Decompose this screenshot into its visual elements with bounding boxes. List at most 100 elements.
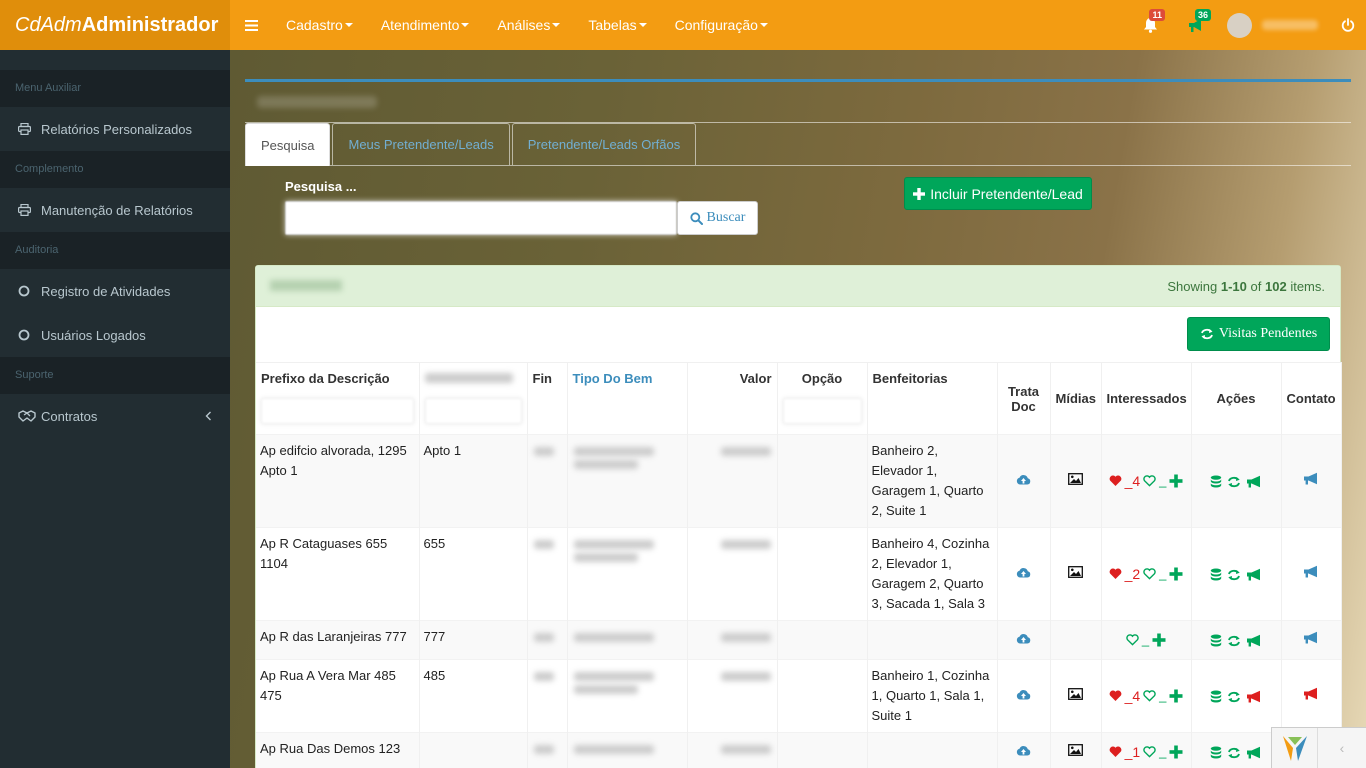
database-icon[interactable] [1210, 690, 1222, 704]
menu-cadastro[interactable]: Cadastro [272, 0, 367, 50]
tab-pretendentes-orfaos[interactable]: Pretendente/Leads Orfãos [511, 123, 697, 165]
refresh-icon[interactable] [1227, 476, 1241, 488]
cell-fin-blurred [527, 434, 568, 528]
table-row[interactable]: Ap R Cataguases 655 1104 655 Banheiro 4, C… [256, 527, 1342, 621]
database-icon[interactable] [1210, 568, 1222, 582]
database-icon[interactable] [1210, 634, 1222, 648]
sidebar-header-auditoria: Auditoria [0, 232, 230, 269]
cloud-upload-icon[interactable] [1016, 567, 1031, 578]
content-area: Pesquisa Meus Pretendente/Leads Pretende… [230, 50, 1366, 768]
col-fin[interactable]: Fin [527, 362, 568, 395]
chevron-left-icon[interactable] [205, 409, 212, 424]
plus-icon[interactable] [1169, 745, 1183, 759]
cell-complemento: 655 [419, 527, 528, 621]
refresh-icon[interactable] [1227, 635, 1241, 647]
table-row[interactable]: Ap Rua A Vera Mar 485 475 485 Banheiro 1, … [256, 659, 1342, 733]
cloud-upload-icon[interactable] [1016, 689, 1031, 700]
filter-complemento-input[interactable] [424, 398, 522, 425]
bullhorn-icon[interactable] [1246, 475, 1262, 488]
table-row[interactable]: Ap Rua Das Demos 123 _1 _ [256, 732, 1342, 768]
col-valor[interactable]: Valor [687, 362, 778, 395]
filter-opcao-input[interactable] [782, 398, 862, 425]
caret-down-icon [638, 23, 647, 27]
sidebar-toggle-button[interactable] [230, 0, 272, 50]
image-icon[interactable] [1068, 566, 1083, 578]
include-lead-button[interactable]: Incluir Pretendente/Lead [904, 177, 1092, 210]
refresh-icon[interactable] [1227, 747, 1241, 759]
col-tipo-do-bem[interactable]: Tipo Do Bem [567, 362, 688, 395]
heart-icon[interactable] [1109, 746, 1122, 758]
image-icon[interactable] [1068, 744, 1083, 756]
heart-icon[interactable] [1109, 568, 1122, 580]
col-prefixo[interactable]: Prefixo da Descrição [256, 362, 420, 395]
refresh-icon[interactable] [1227, 569, 1241, 581]
cloud-upload-icon[interactable] [1016, 474, 1031, 485]
contact-bullhorn-icon[interactable] [1303, 631, 1319, 644]
filter-prefixo-input[interactable] [261, 398, 414, 425]
menu-atendimento[interactable]: Atendimento [367, 0, 484, 50]
caret-down-icon [461, 23, 470, 27]
user-menu[interactable] [1219, 0, 1330, 50]
col-opcao[interactable]: Opção [777, 362, 868, 395]
image-icon[interactable] [1068, 688, 1083, 700]
notifications-button[interactable]: 11 [1127, 0, 1173, 50]
menu-analises[interactable]: Análises [483, 0, 574, 50]
heart-icon[interactable] [1109, 475, 1122, 487]
cell-tipo-blurred [567, 434, 688, 528]
sidebar-item-usuarios-logados[interactable]: Usuários Logados [0, 313, 230, 357]
heart-outline-icon[interactable] [1143, 475, 1156, 487]
heart-outline-icon[interactable] [1126, 634, 1139, 646]
filter-cell [777, 394, 868, 435]
debug-toolbar[interactable]: ‹ [1271, 727, 1366, 768]
plus-icon[interactable] [1169, 474, 1183, 488]
plus-icon[interactable] [1169, 567, 1183, 581]
pagination-summary: Showing 1-10 of 102 items. [1167, 279, 1325, 294]
contact-bullhorn-icon[interactable] [1303, 565, 1319, 578]
cell-interessados: _4 _ [1101, 659, 1192, 733]
menu-tabelas[interactable]: Tabelas [574, 0, 660, 50]
brand-logo[interactable]: CdAdm Administrador [0, 0, 230, 50]
refresh-icon[interactable] [1227, 691, 1241, 703]
sidebar-item-manutencao-relatorios[interactable]: Manutenção de Relatórios [0, 188, 230, 232]
plus-icon[interactable] [1152, 633, 1166, 647]
heart-outline-icon[interactable] [1143, 690, 1156, 702]
database-icon[interactable] [1210, 475, 1222, 489]
database-icon[interactable] [1210, 746, 1222, 760]
contact-bullhorn-icon[interactable] [1303, 472, 1319, 485]
cloud-upload-icon[interactable] [1016, 745, 1031, 756]
bullhorn-icon[interactable] [1246, 568, 1262, 581]
sidebar-item-relatorios-personalizados[interactable]: Relatórios Personalizados [0, 107, 230, 151]
image-icon[interactable] [1068, 473, 1083, 485]
table-row[interactable]: Ap edifcio alvorada, 1295 Apto 1 Apto 1 Ba… [256, 434, 1342, 528]
contact-bullhorn-icon[interactable] [1303, 687, 1319, 700]
table-row[interactable]: Ap R das Laranjeiras 777 777 _ [256, 620, 1342, 660]
tab-meus-pretendentes[interactable]: Meus Pretendente/Leads [332, 123, 510, 165]
cell-prefixo: Ap R Cataguases 655 1104 [256, 527, 420, 621]
sidebar-item-registro-atividades[interactable]: Registro de Atividades [0, 269, 230, 313]
cell-valor-blurred [687, 434, 778, 528]
search-input[interactable] [285, 201, 677, 235]
tab-pesquisa[interactable]: Pesquisa [245, 123, 331, 166]
flags-button[interactable]: 36 [1173, 0, 1219, 50]
cell-opcao [777, 732, 868, 768]
visitas-pendentes-button[interactable]: Visitas Pendentes [1187, 317, 1330, 351]
sidebar-item-contratos[interactable]: Contratos [0, 394, 230, 438]
bullhorn-icon[interactable] [1246, 746, 1262, 759]
chevron-left-icon[interactable]: ‹ [1318, 740, 1366, 756]
cell-interessados: _ [1101, 620, 1192, 660]
heart-outline-icon[interactable] [1143, 746, 1156, 758]
bullhorn-icon[interactable] [1246, 690, 1262, 703]
col-complemento-blurred[interactable] [419, 362, 528, 395]
heart-icon[interactable] [1109, 690, 1122, 702]
cell-fin-blurred [527, 732, 568, 768]
cell-midias [1050, 659, 1102, 733]
cloud-upload-icon[interactable] [1016, 633, 1031, 644]
plus-icon[interactable] [1169, 689, 1183, 703]
bullhorn-icon[interactable] [1246, 634, 1262, 647]
search-button[interactable]: Buscar [677, 201, 758, 235]
menu-configuracao[interactable]: Configuração [661, 0, 782, 50]
heart-outline-icon[interactable] [1143, 568, 1156, 580]
logout-button[interactable] [1330, 0, 1366, 50]
flags-count-badge: 36 [1194, 9, 1211, 21]
cell-trata-doc [997, 620, 1051, 660]
